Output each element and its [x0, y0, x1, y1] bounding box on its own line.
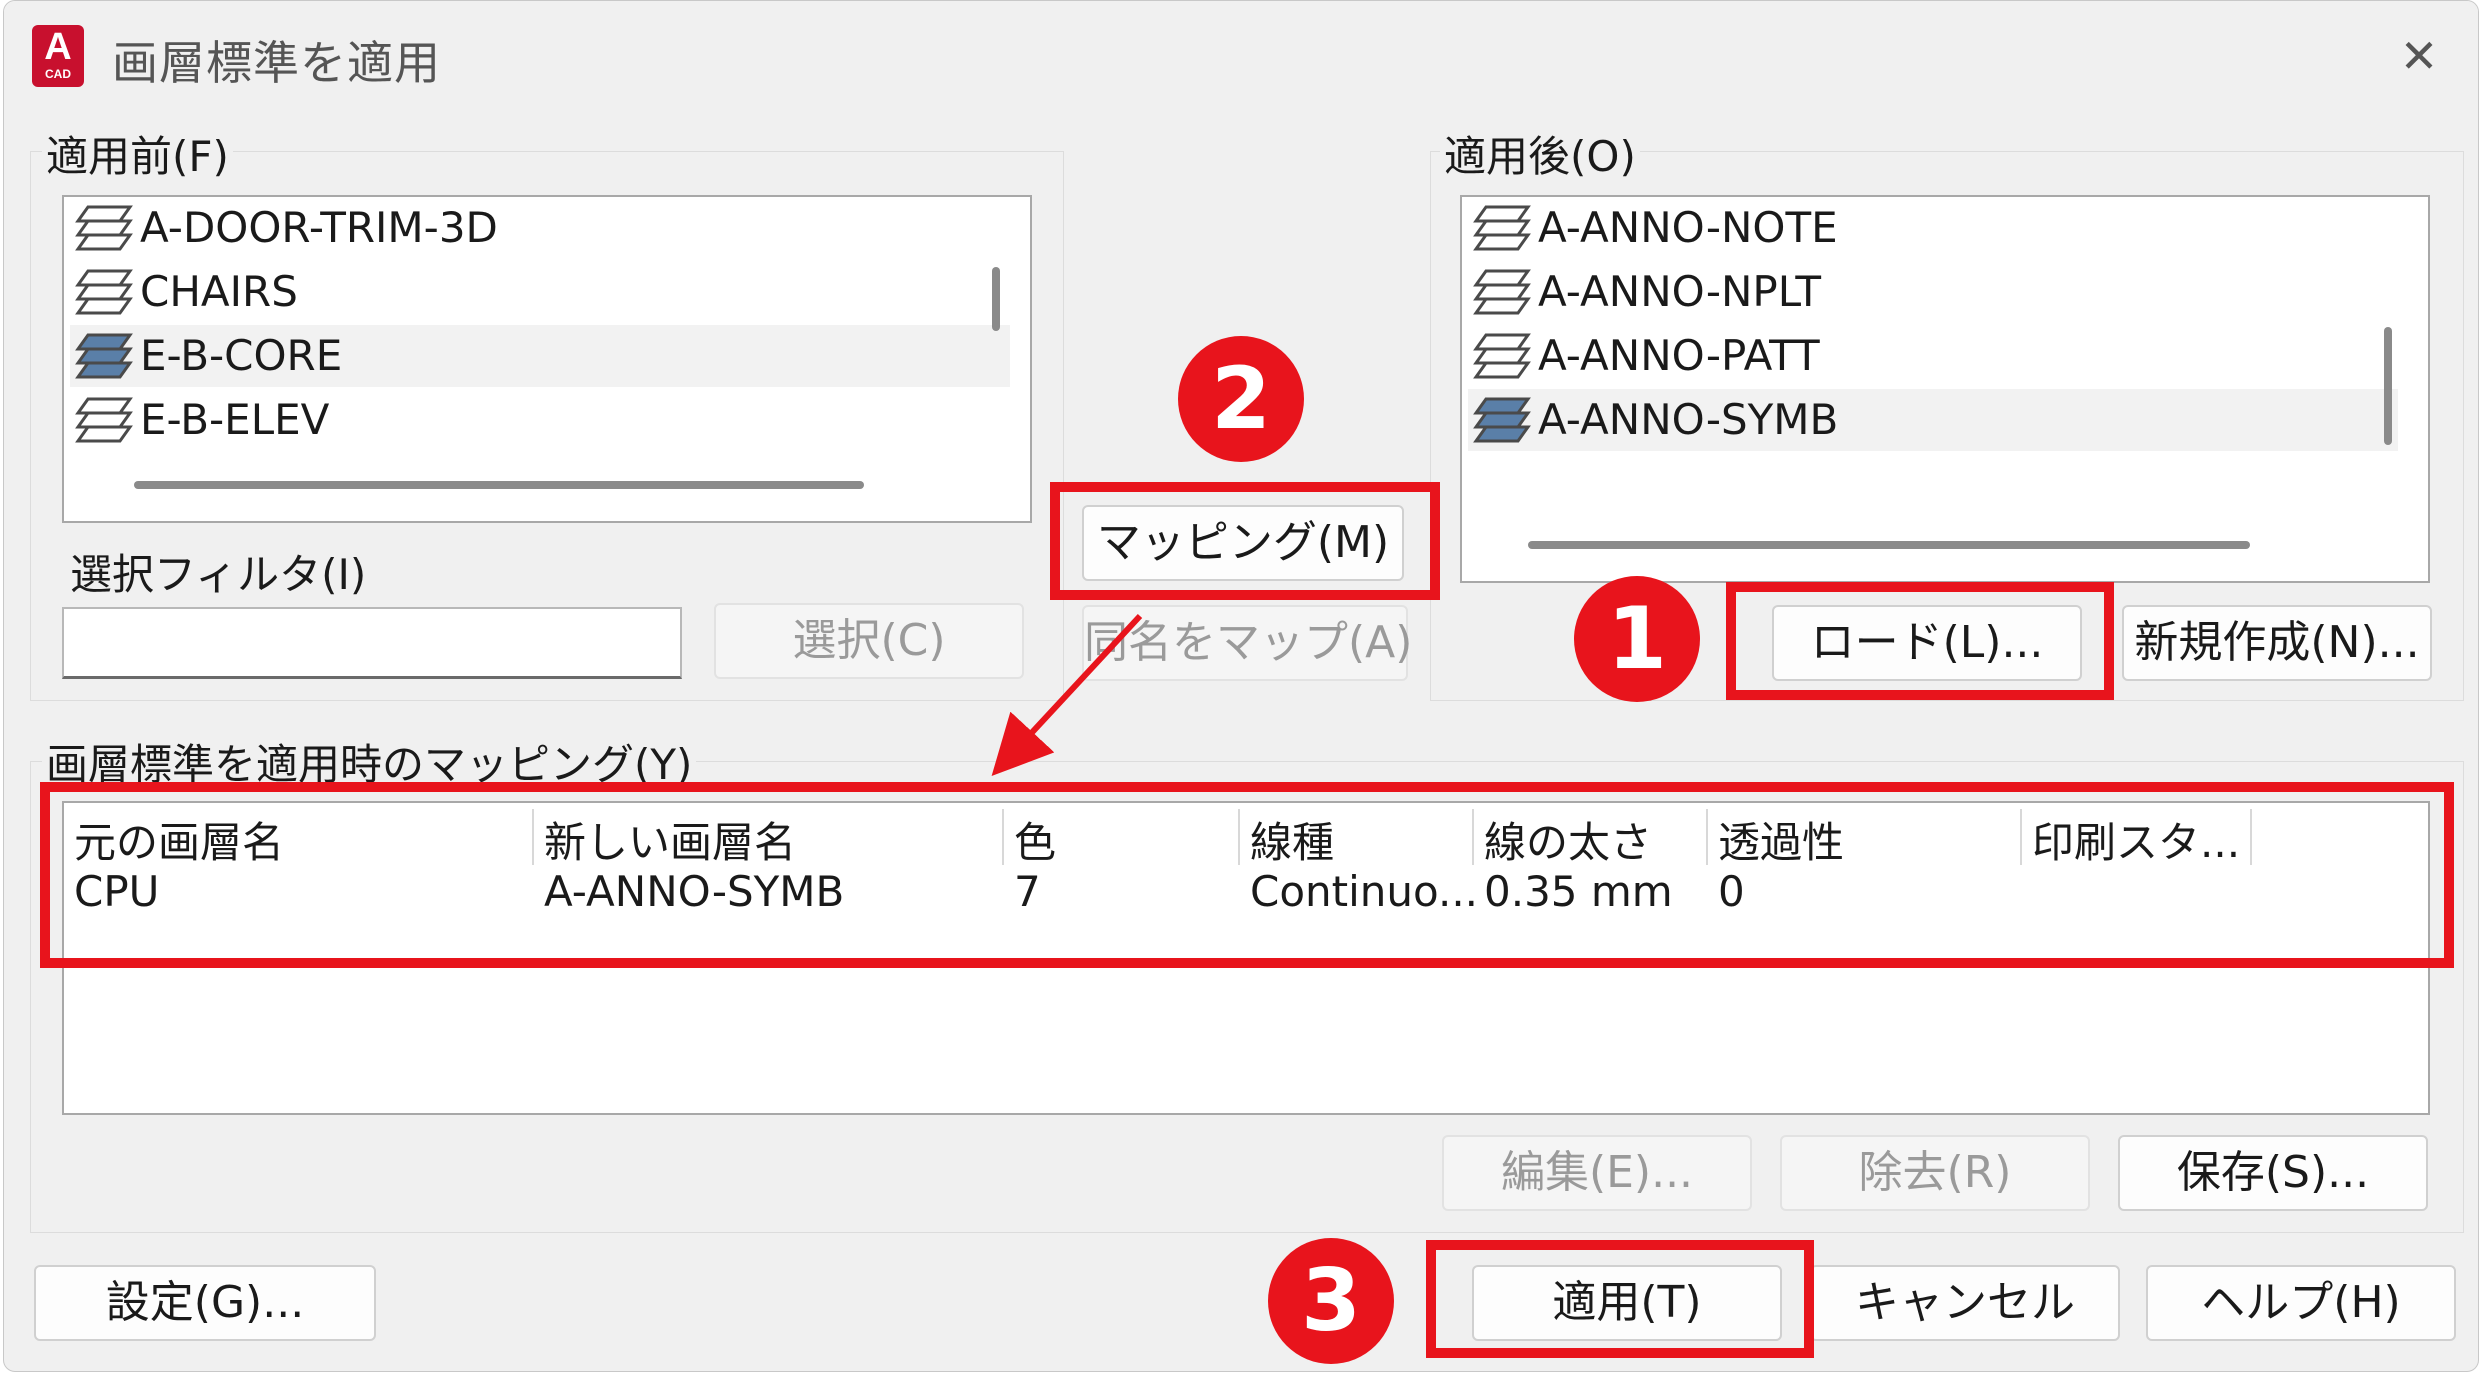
- annotation-arrow: [991, 613, 1143, 776]
